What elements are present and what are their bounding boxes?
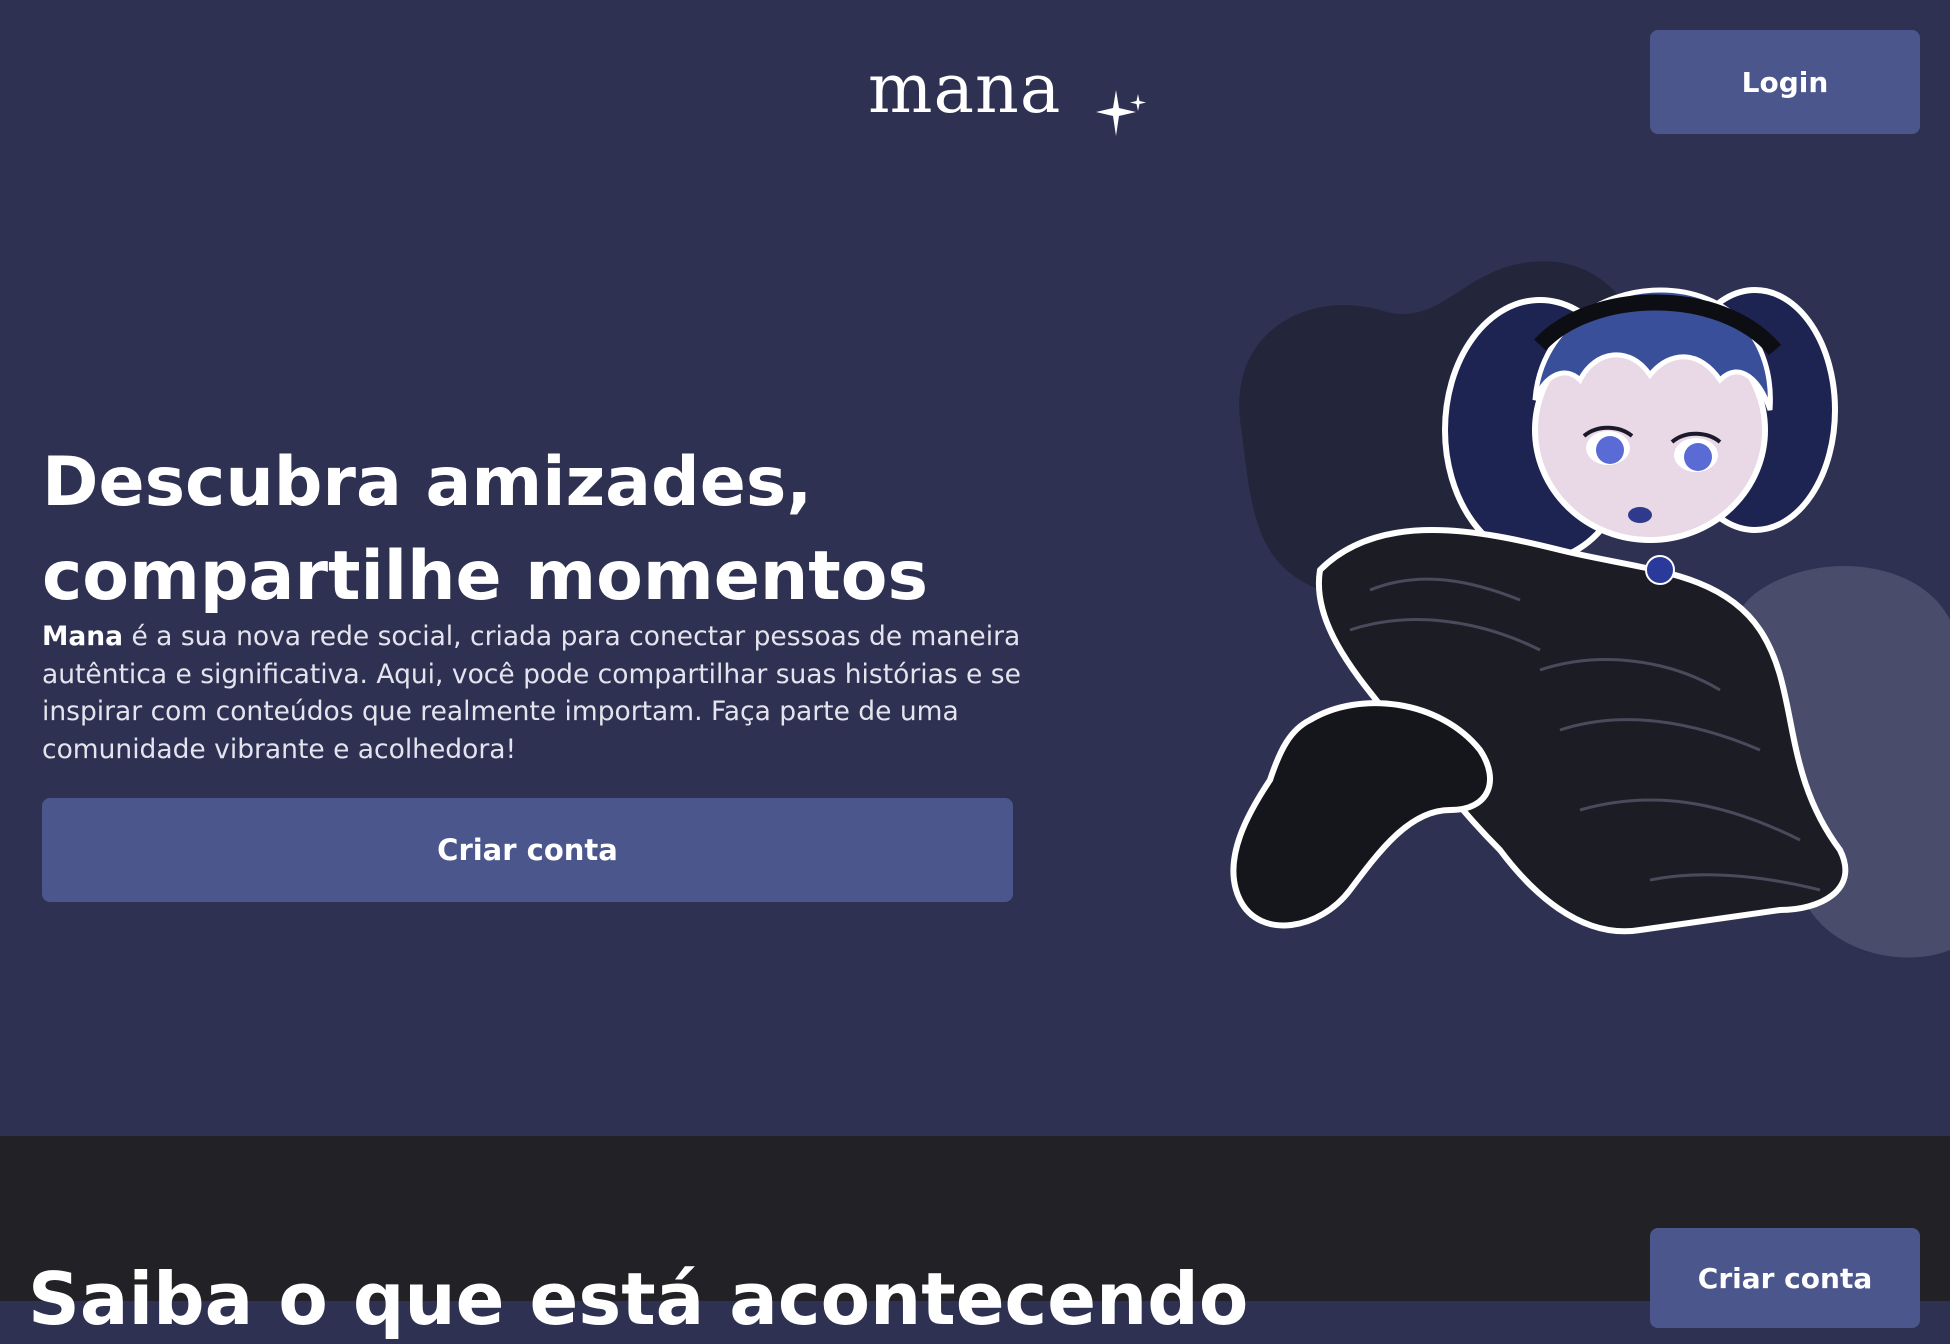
hero-description-text: é a sua nova rede social, criada para co… — [42, 621, 1021, 765]
hero-description: Mana é a sua nova rede social, criada pa… — [42, 618, 1032, 768]
section-title: Saiba o que está acontecendo — [28, 1257, 1249, 1341]
create-account-button-secondary[interactable]: Criar conta — [1650, 1228, 1920, 1328]
logo-text: mana — [868, 50, 1062, 129]
brooch — [1645, 555, 1675, 585]
hero-title-line-2: compartilhe momentos — [42, 537, 928, 616]
brand-name: Mana — [42, 621, 124, 652]
login-button[interactable]: Login — [1650, 30, 1920, 134]
secondary-section: Saiba o que está acontecendo Criar conta — [0, 1136, 1950, 1341]
hero-section: mana Login Descubra amizades, compartilh… — [0, 0, 1950, 1136]
create-account-button[interactable]: Criar conta — [42, 798, 1013, 902]
gothic-lolita-character — [1230, 261, 1950, 958]
mana-logo[interactable]: mana — [868, 48, 1148, 144]
lips — [1628, 507, 1652, 523]
sparkle-icon — [1096, 90, 1146, 136]
hero-title-line-1: Descubra amizades, — [42, 443, 813, 522]
hero-title: Descubra amizades, compartilhe momentos — [42, 436, 1042, 624]
